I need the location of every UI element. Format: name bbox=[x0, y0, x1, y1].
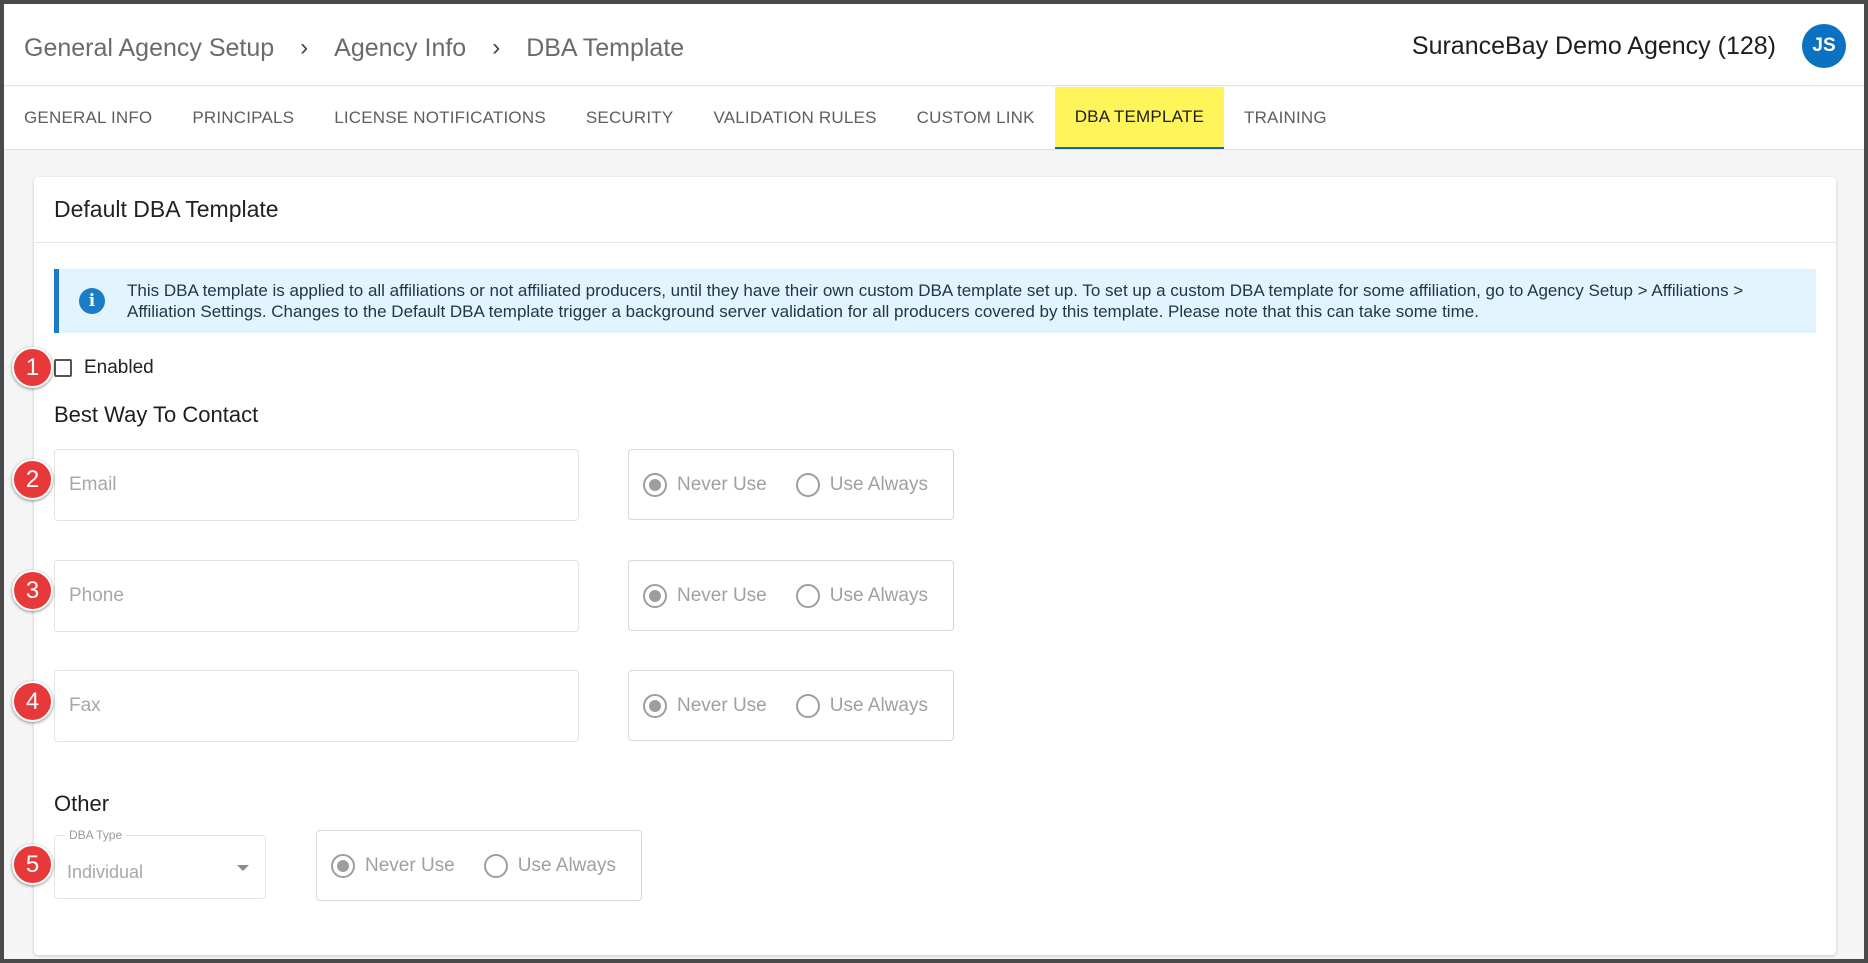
dba-type-use-always-option[interactable]: Use Always bbox=[483, 853, 616, 878]
annotation-badge-5: 5 bbox=[12, 844, 53, 885]
enabled-row[interactable]: Enabled bbox=[54, 357, 154, 379]
never-use-label: Never Use bbox=[677, 694, 767, 716]
phone-use-always-option[interactable]: Use Always bbox=[795, 583, 928, 608]
email-field[interactable]: Email bbox=[54, 449, 579, 521]
tab-bar: GENERAL INFO PRINCIPALS LICENSE NOTIFICA… bbox=[4, 87, 1864, 150]
annotation-badge-1: 1 bbox=[12, 347, 53, 388]
annotation-badge-2: 2 bbox=[12, 459, 53, 500]
info-text: This DBA template is applied to all affi… bbox=[127, 281, 1744, 321]
never-use-label: Never Use bbox=[365, 854, 455, 876]
breadcrumb-general-agency-setup[interactable]: General Agency Setup bbox=[24, 34, 274, 63]
radio-unselected-icon[interactable] bbox=[795, 583, 820, 608]
breadcrumb: General Agency Setup › Agency Info › DBA… bbox=[24, 30, 684, 66]
fax-usage-radio-group: Never Use Use Always bbox=[628, 670, 954, 741]
dba-type-label: DBA Type bbox=[65, 828, 127, 842]
dba-type-never-use-option[interactable]: Never Use bbox=[331, 853, 455, 878]
radio-unselected-icon[interactable] bbox=[795, 693, 820, 718]
tab-dba-template[interactable]: DBA TEMPLATE bbox=[1054, 87, 1224, 149]
use-always-label: Use Always bbox=[829, 473, 928, 495]
breadcrumb-dba-template: DBA Template bbox=[526, 33, 685, 62]
annotation-badge-3: 3 bbox=[12, 570, 53, 611]
chevron-right-icon: › bbox=[492, 34, 501, 61]
card-title: Default DBA Template bbox=[34, 177, 1836, 243]
enabled-checkbox[interactable] bbox=[54, 359, 72, 377]
dba-type-value: Individual bbox=[67, 862, 144, 882]
use-always-label: Use Always bbox=[829, 694, 928, 716]
email-usage-radio-group: Never Use Use Always bbox=[628, 449, 954, 520]
use-always-label: Use Always bbox=[517, 854, 616, 876]
tab-custom-link[interactable]: CUSTOM LINK bbox=[897, 87, 1055, 149]
other-heading: Other bbox=[54, 791, 110, 816]
radio-unselected-icon[interactable] bbox=[483, 853, 508, 878]
phone-never-use-option[interactable]: Never Use bbox=[643, 583, 767, 608]
email-use-always-option[interactable]: Use Always bbox=[795, 472, 928, 497]
info-banner: i This DBA template is applied to all af… bbox=[54, 269, 1816, 333]
info-icon: i bbox=[79, 288, 105, 314]
best-way-to-contact-heading: Best Way To Contact bbox=[54, 402, 259, 427]
tab-general-info[interactable]: GENERAL INFO bbox=[4, 87, 172, 149]
fax-field[interactable]: Fax bbox=[54, 670, 579, 742]
caret-down-icon[interactable] bbox=[237, 865, 249, 871]
tab-training[interactable]: TRAINING bbox=[1224, 87, 1347, 149]
dba-type-usage-radio-group: Never Use Use Always bbox=[316, 830, 642, 901]
never-use-label: Never Use bbox=[677, 473, 767, 495]
email-never-use-option[interactable]: Never Use bbox=[643, 472, 767, 497]
tab-license-notifications[interactable]: LICENSE NOTIFICATIONS bbox=[314, 87, 566, 149]
dba-type-select[interactable]: DBA Type Individual bbox=[54, 828, 266, 899]
dba-template-card: Default DBA Template i This DBA template… bbox=[34, 177, 1836, 955]
tab-validation-rules[interactable]: VALIDATION RULES bbox=[693, 87, 896, 149]
enabled-label: Enabled bbox=[84, 357, 154, 378]
chevron-right-icon: › bbox=[300, 34, 309, 61]
use-always-label: Use Always bbox=[829, 584, 928, 606]
phone-field[interactable]: Phone bbox=[54, 560, 579, 632]
top-header: General Agency Setup › Agency Info › DBA… bbox=[4, 4, 1864, 86]
tab-principals[interactable]: PRINCIPALS bbox=[172, 87, 314, 149]
annotation-badge-4: 4 bbox=[12, 681, 53, 722]
fax-never-use-option[interactable]: Never Use bbox=[643, 693, 767, 718]
fax-use-always-option[interactable]: Use Always bbox=[795, 693, 928, 718]
radio-selected-icon[interactable] bbox=[643, 472, 667, 497]
radio-selected-icon[interactable] bbox=[643, 583, 667, 608]
avatar[interactable]: JS bbox=[1802, 24, 1846, 68]
tab-security[interactable]: SECURITY bbox=[566, 87, 694, 149]
radio-selected-icon[interactable] bbox=[643, 693, 667, 718]
radio-unselected-icon[interactable] bbox=[795, 472, 820, 497]
radio-selected-icon[interactable] bbox=[331, 853, 355, 878]
breadcrumb-agency-info[interactable]: Agency Info bbox=[334, 34, 466, 63]
agency-name: SuranceBay Demo Agency (128) bbox=[1411, 32, 1776, 60]
app-window: General Agency Setup › Agency Info › DBA… bbox=[4, 4, 1864, 959]
never-use-label: Never Use bbox=[677, 584, 767, 606]
phone-usage-radio-group: Never Use Use Always bbox=[628, 560, 954, 631]
